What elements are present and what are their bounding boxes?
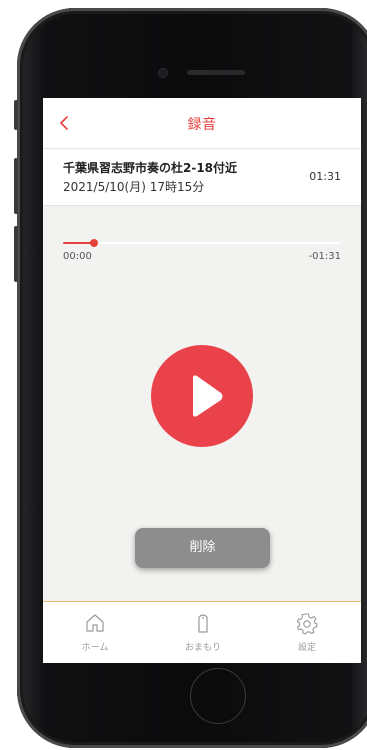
navigation-bar: 録音: [43, 98, 361, 149]
elapsed-time: 00:00: [63, 251, 92, 262]
home-icon: [86, 614, 104, 632]
seek-bar-knob[interactable]: [89, 239, 98, 247]
app-screen: 録音 千葉県習志野市奏の杜2-18付近 2021/5/10(月) 17時15分 …: [43, 98, 361, 663]
volume-down-button: [14, 226, 18, 282]
tab-settings-label: 設定: [297, 643, 316, 653]
gear-icon: [296, 613, 318, 635]
recording-duration: 01:31: [309, 170, 341, 183]
delete-button[interactable]: 削除: [135, 528, 270, 568]
tab-home[interactable]: ホーム: [55, 602, 135, 663]
playback-seek-bar[interactable]: [63, 239, 341, 247]
tab-bar: ホーム おまもり 設定: [43, 601, 361, 663]
earpiece-speaker: [187, 70, 245, 75]
tab-home-label: ホーム: [81, 643, 109, 653]
home-hardware-button[interactable]: [190, 668, 246, 724]
omamori-icon: [198, 614, 208, 633]
volume-up-button: [14, 158, 18, 214]
recording-datetime: 2021/5/10(月) 17時15分: [63, 180, 205, 194]
play-button[interactable]: [151, 345, 253, 447]
front-camera: [159, 69, 167, 77]
tab-omamori[interactable]: おまもり: [163, 602, 243, 663]
seek-bar-progress: [63, 242, 94, 244]
tab-omamori-label: おまもり: [184, 643, 221, 653]
recording-info: 千葉県習志野市奏の杜2-18付近 2021/5/10(月) 17時15分 01:…: [43, 149, 361, 206]
remaining-time: -01:31: [308, 251, 341, 262]
recording-location: 千葉県習志野市奏の杜2-18付近: [63, 161, 238, 175]
page-title: 録音: [187, 117, 217, 133]
tab-settings[interactable]: 設定: [267, 602, 347, 663]
mute-switch: [14, 100, 18, 130]
play-icon: [193, 375, 223, 417]
